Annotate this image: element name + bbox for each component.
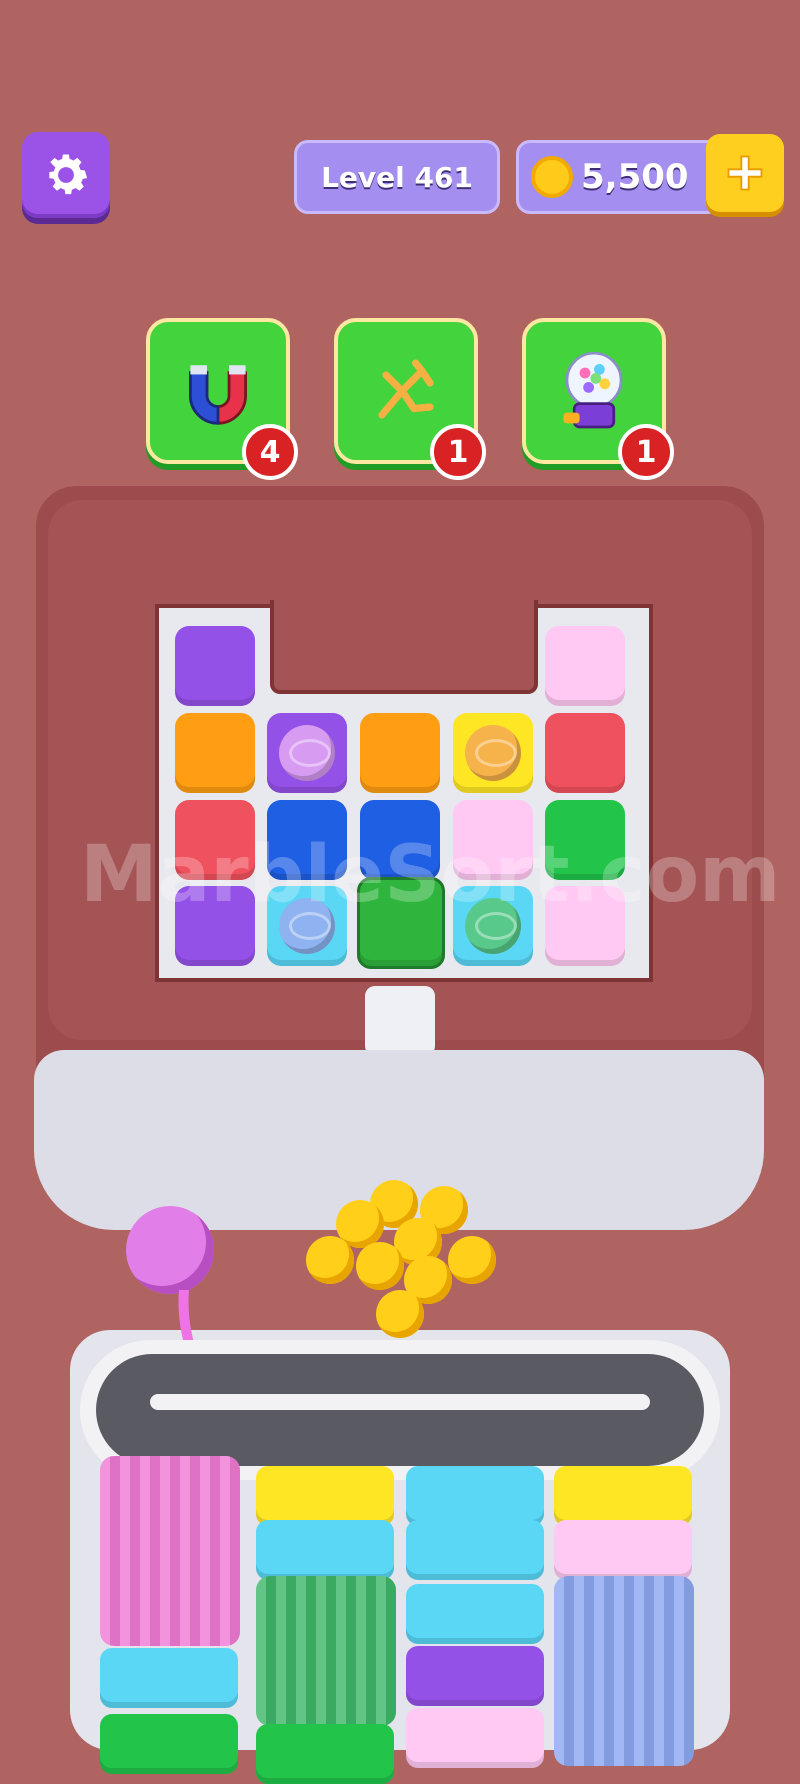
- tile-purple[interactable]: [175, 626, 255, 706]
- marble: [356, 1242, 404, 1290]
- magnet-count-badge: 4: [242, 424, 298, 480]
- gumball-machine-icon: [563, 351, 623, 429]
- exit-slot: [365, 986, 435, 1056]
- block-pink: [554, 1520, 692, 1580]
- magnet-count: 4: [259, 434, 281, 470]
- knitted-blue-block: [554, 1576, 694, 1766]
- marble: [376, 1290, 424, 1338]
- board-notch: [270, 600, 538, 694]
- tile-yellow-yarn[interactable]: [453, 713, 533, 793]
- column-4[interactable]: [554, 1466, 694, 1766]
- block-green: [256, 1724, 394, 1784]
- marble: [448, 1236, 496, 1284]
- plus-icon: [727, 155, 763, 191]
- knitted-pink-block: [100, 1456, 240, 1646]
- block-purple: [406, 1646, 544, 1706]
- yarn-ball-icon: [279, 725, 335, 781]
- tile-red[interactable]: [545, 713, 625, 793]
- block-yellow-popit: [256, 1466, 394, 1526]
- column-3[interactable]: [406, 1466, 544, 1768]
- gear-icon: [49, 154, 88, 195]
- unravel-count-badge: 1: [430, 424, 486, 480]
- column-1[interactable]: [100, 1456, 240, 1774]
- yarn-ball-icon: [465, 725, 521, 781]
- tile-orange[interactable]: [360, 713, 440, 793]
- coin-icon: [531, 156, 573, 198]
- tile-purple-yarn[interactable]: [267, 713, 347, 793]
- unravel-icon: [378, 359, 434, 419]
- watermark: MarbleSort.com: [80, 830, 781, 920]
- level-label: Level 461: [321, 160, 473, 194]
- block-cyan: [406, 1520, 544, 1580]
- marble: [306, 1236, 354, 1284]
- magnet-icon: [189, 365, 247, 425]
- knitted-green-block: [256, 1576, 396, 1726]
- add-coins-button[interactable]: [706, 134, 784, 212]
- level-indicator: Level 461: [294, 140, 500, 214]
- block-yellow-popit: [554, 1466, 692, 1526]
- block-green: [100, 1714, 238, 1774]
- gumball-count: 1: [635, 434, 657, 470]
- flying-yarn-ball: [126, 1206, 214, 1294]
- block-cyan: [100, 1648, 238, 1708]
- tile-orange[interactable]: [175, 713, 255, 793]
- column-2[interactable]: [256, 1466, 396, 1784]
- funnel-right-wall: [460, 1240, 800, 1330]
- tile-pink[interactable]: [545, 626, 625, 706]
- conveyor-rail: [150, 1394, 650, 1410]
- block-cyan-popit: [406, 1466, 544, 1526]
- block-cyan: [406, 1584, 544, 1644]
- block-cyan: [256, 1520, 394, 1580]
- conveyor-belt: [96, 1354, 704, 1466]
- block-pink: [406, 1708, 544, 1768]
- coin-amount: 5,500: [581, 157, 689, 197]
- unravel-count: 1: [447, 434, 469, 470]
- settings-button[interactable]: [22, 132, 110, 218]
- coin-counter: 5,500: [516, 140, 722, 214]
- gumball-count-badge: 1: [618, 424, 674, 480]
